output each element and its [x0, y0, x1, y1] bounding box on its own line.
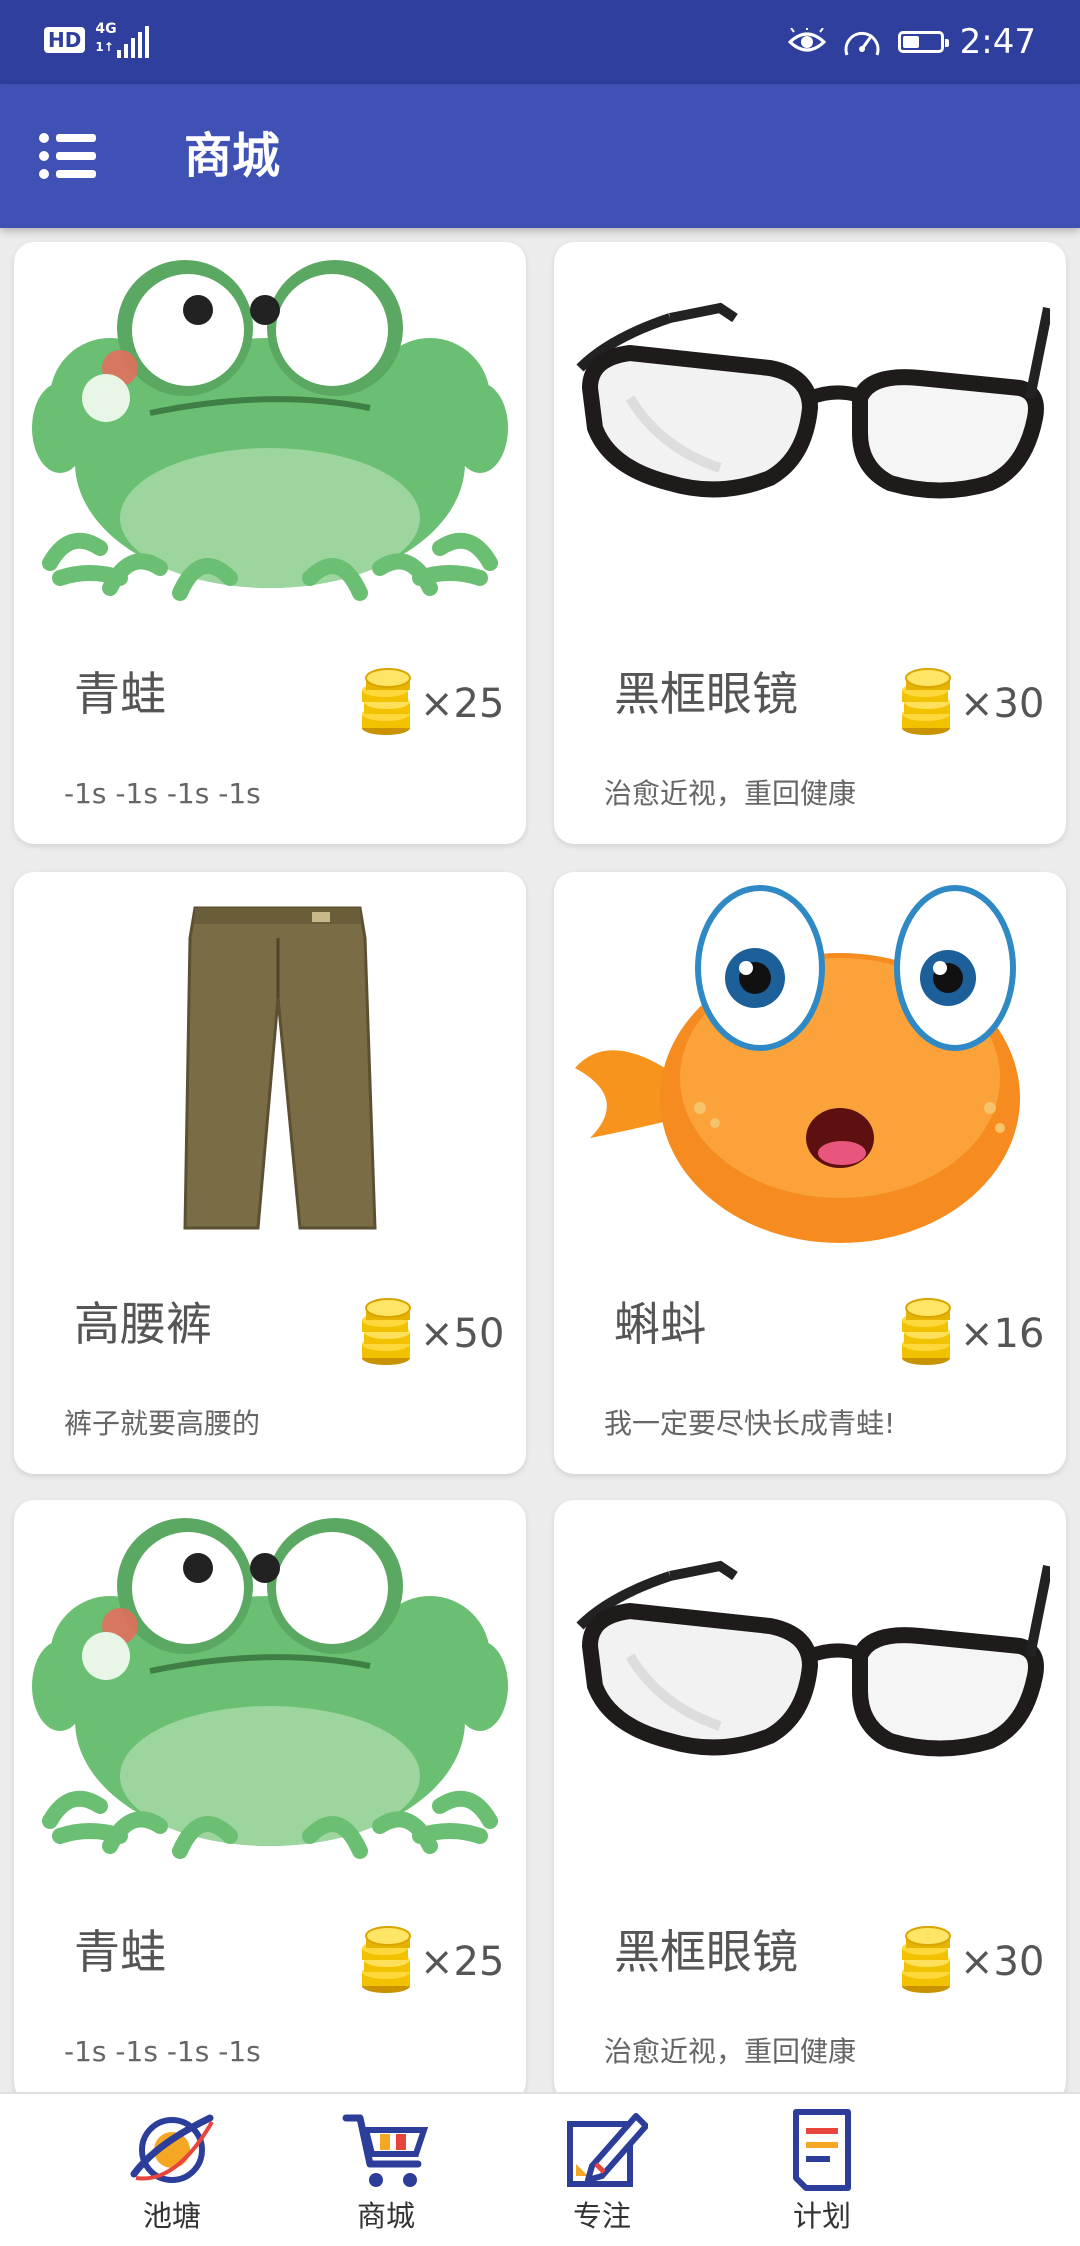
product-card[interactable]: 黑框眼镜 ×30 治愈近视，重回健康	[554, 242, 1066, 844]
product-price: ×16	[960, 1311, 1045, 1357]
product-name: 蝌蚪	[614, 1297, 706, 1351]
document-icon	[793, 2109, 851, 2191]
menu-icon	[39, 133, 96, 179]
product-name: 青蛙	[74, 1925, 166, 1979]
frog-image	[30, 248, 510, 628]
coin-icon	[358, 662, 414, 736]
product-card[interactable]: 青蛙 ×25 -1s -1s -1s -1s	[14, 1500, 526, 2092]
product-card[interactable]: 黑框眼镜 ×30 治愈近视，重回健康	[554, 1500, 1066, 2092]
product-name: 青蛙	[74, 667, 166, 721]
product-name: 高腰裤	[74, 1297, 212, 1351]
product-desc: 治愈近视，重回健康	[604, 2035, 857, 2068]
frog-image	[30, 1506, 510, 1886]
product-price: ×25	[420, 681, 505, 727]
product-desc: -1s -1s -1s -1s	[64, 777, 261, 810]
tadpole-image	[570, 878, 1050, 1258]
coin-icon	[358, 1920, 414, 1994]
product-price: ×25	[420, 1939, 505, 1985]
nav-item-store[interactable]: 商城	[306, 2104, 466, 2244]
edit-icon	[567, 2113, 648, 2187]
coin-icon	[898, 1292, 954, 1366]
pants-image	[30, 878, 510, 1258]
product-desc: -1s -1s -1s -1s	[64, 2035, 261, 2068]
page-title: 商城	[184, 128, 281, 184]
product-card[interactable]: 高腰裤 ×50 裤子就要高腰的	[14, 872, 526, 1474]
bottom-nav: 池塘 商城 专注 计划	[0, 2092, 1080, 2246]
eye-comfort-icon	[787, 28, 826, 52]
menu-button[interactable]	[36, 124, 100, 188]
coin-icon	[898, 1920, 954, 1994]
network-arrows: 1↑	[95, 40, 114, 54]
status-time: 2:47	[959, 22, 1036, 62]
coin-icon	[358, 1292, 414, 1366]
nav-label: 专注	[572, 2199, 631, 2233]
nav-item-focus[interactable]: 专注	[522, 2104, 682, 2244]
nav-label: 商城	[356, 2199, 415, 2233]
planet-icon	[130, 2114, 214, 2183]
product-desc: 裤子就要高腰的	[64, 1407, 261, 1440]
product-grid: 青蛙 ×25 -1s -1s -1s -1s 黑框眼镜 ×30 治愈近视，重回健…	[0, 228, 1080, 2092]
product-name: 黑框眼镜	[614, 1925, 798, 1979]
glasses-image	[570, 248, 1050, 628]
product-price: ×30	[960, 1939, 1045, 1985]
product-desc: 治愈近视，重回健康	[604, 777, 857, 810]
product-card[interactable]: 青蛙 ×25 -1s -1s -1s -1s	[14, 242, 526, 844]
nav-label: 池塘	[142, 2199, 201, 2233]
nav-item-pond[interactable]: 池塘	[92, 2104, 252, 2244]
speed-icon	[844, 32, 880, 56]
hd-badge: HD	[44, 27, 86, 53]
status-right: 2:47	[787, 18, 1036, 66]
app-bar: 商城	[0, 84, 1080, 228]
status-left: HD 4G 1↑	[44, 21, 150, 58]
product-desc: 我一定要尽快长成青蛙!	[604, 1407, 896, 1440]
signal-icon: 4G 1↑	[95, 21, 150, 58]
battery-icon	[897, 31, 949, 53]
product-name: 黑框眼镜	[614, 667, 798, 721]
status-bar: HD 4G 1↑ 2:47	[0, 0, 1080, 84]
glasses-image	[570, 1506, 1050, 1886]
nav-label: 计划	[792, 2199, 851, 2233]
coin-icon	[898, 662, 954, 736]
network-type: 4G	[95, 21, 117, 37]
product-card[interactable]: 蝌蚪 ×16 我一定要尽快长成青蛙!	[554, 872, 1066, 1474]
product-price: ×50	[420, 1311, 505, 1357]
cart-icon	[342, 2114, 429, 2187]
nav-item-plan[interactable]: 计划	[742, 2104, 902, 2244]
product-price: ×30	[960, 681, 1045, 727]
